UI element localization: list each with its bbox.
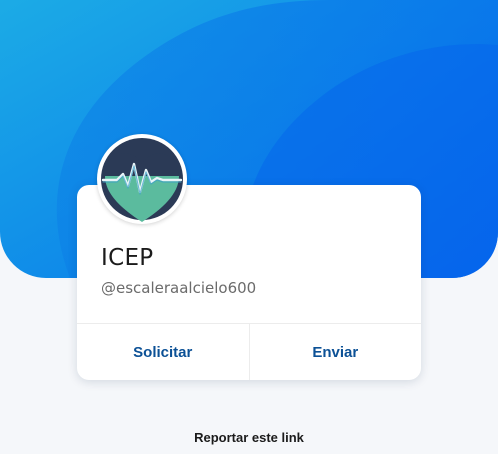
profile-page: ICEP @escaleraalcielo600 Solicitar Envia… xyxy=(0,0,498,454)
heart-heartbeat-icon xyxy=(100,137,184,222)
request-button[interactable]: Solicitar xyxy=(77,324,249,380)
card-actions: Solicitar Enviar xyxy=(77,323,421,380)
avatar xyxy=(97,134,187,224)
profile-handle: @escaleraalcielo600 xyxy=(101,279,257,297)
report-link[interactable]: Reportar este link xyxy=(0,430,498,445)
send-button[interactable]: Enviar xyxy=(248,324,422,380)
profile-name: ICEP xyxy=(101,245,154,271)
